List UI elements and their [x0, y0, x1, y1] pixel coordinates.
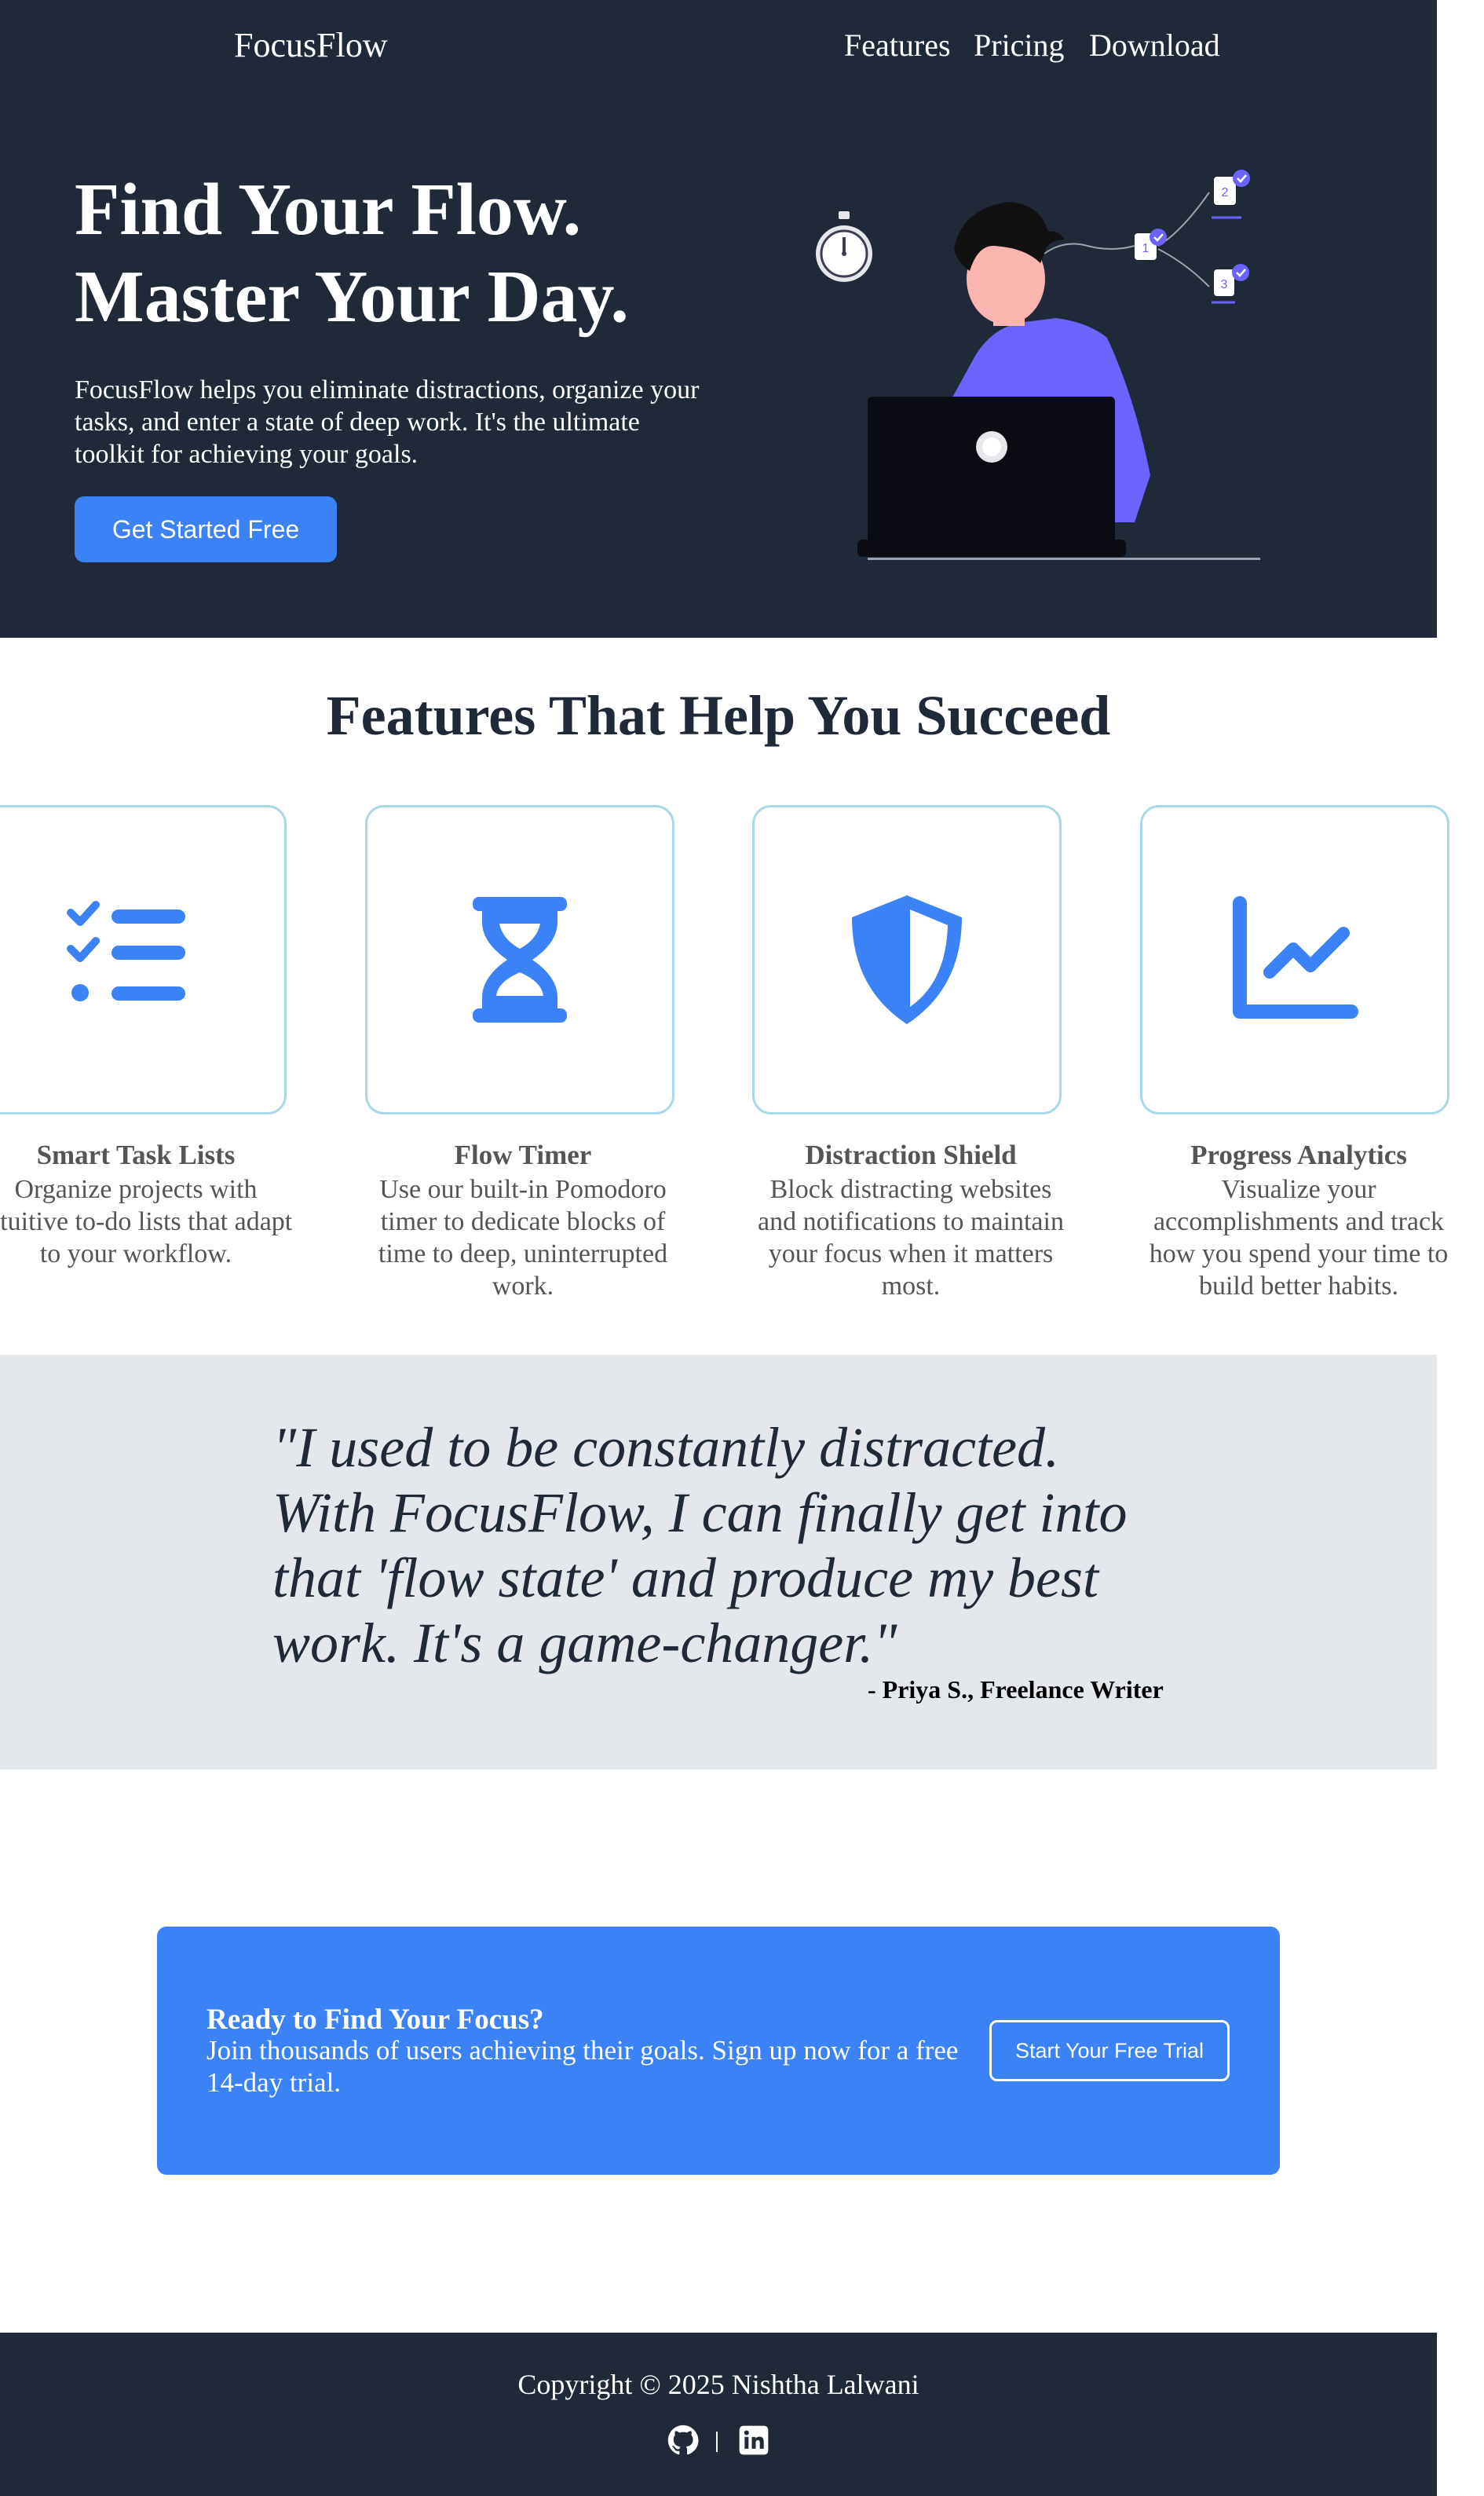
feature-title: Flow Timer [454, 1140, 592, 1170]
svg-text:1: 1 [1142, 242, 1150, 255]
feature-card-flow-timer [365, 805, 674, 1114]
shield-icon [852, 895, 962, 1024]
person-at-laptop [857, 202, 1260, 560]
hero-title-line1: Find Your Flow. [75, 169, 582, 251]
features-heading: Features That Help You Succeed [326, 684, 1111, 747]
feature-card-task-lists [0, 805, 287, 1114]
nav-pricing[interactable]: Pricing [974, 27, 1065, 64]
svg-text:2: 2 [1222, 186, 1229, 199]
footer-separator [716, 2432, 718, 2452]
testimonial-author: - Priya S., Freelance Writer [868, 1675, 1164, 1704]
feature-title: Smart Task Lists [36, 1140, 236, 1170]
testimonial-quote: "I used to be constantly distracted. Wit… [272, 1416, 1128, 1674]
footer [0, 2333, 1437, 2496]
signup-text: Join thousands of users achieving their … [207, 2035, 959, 2098]
hero-description: FocusFlow helps you eliminate distractio… [75, 375, 700, 469]
github-icon[interactable] [667, 2425, 699, 2456]
task-list-icon [67, 901, 185, 1001]
copyright-text: Copyright © 2025 Nishtha Lalwani [517, 2369, 919, 2400]
hero-title: Find Your Flow. Master Your Day. [75, 167, 781, 341]
signup-title: Ready to Find Your Focus? [207, 2004, 544, 2036]
nav-download[interactable]: Download [1089, 27, 1220, 64]
get-started-button[interactable]: Get Started Free [75, 496, 337, 562]
stopwatch-icon [816, 211, 872, 282]
feature-title: Progress Analytics [1190, 1140, 1407, 1170]
hero-illustration: 1 2 3 [816, 170, 1260, 560]
linkedin-icon[interactable] [738, 2425, 769, 2456]
feature-description: Visualize your accomplishments and track… [1149, 1175, 1449, 1301]
feature-card-distraction-shield [752, 805, 1062, 1114]
feature-description: Organize projects with intuitive to-do l… [0, 1175, 293, 1268]
hourglass-icon [473, 897, 567, 1023]
feature-title: Distraction Shield [805, 1140, 1017, 1170]
feature-description: Block distracting websites and notificat… [758, 1175, 1064, 1301]
feature-description: Use our built-in Pomodoro timer to dedic… [378, 1175, 668, 1301]
nav-features[interactable]: Features [844, 27, 951, 64]
task-badge-3: 3 [1212, 264, 1249, 304]
feature-card-progress-analytics [1140, 805, 1449, 1114]
chart-line-icon [1233, 896, 1358, 1019]
task-badge-1: 1 [1135, 229, 1167, 260]
hero-title-line2: Master Your Day. [75, 256, 629, 338]
task-badge-2: 2 [1212, 170, 1250, 219]
svg-text:3: 3 [1221, 278, 1228, 291]
start-trial-button[interactable]: Start Your Free Trial [989, 2020, 1230, 2081]
brand-logo[interactable]: FocusFlow [234, 25, 388, 65]
